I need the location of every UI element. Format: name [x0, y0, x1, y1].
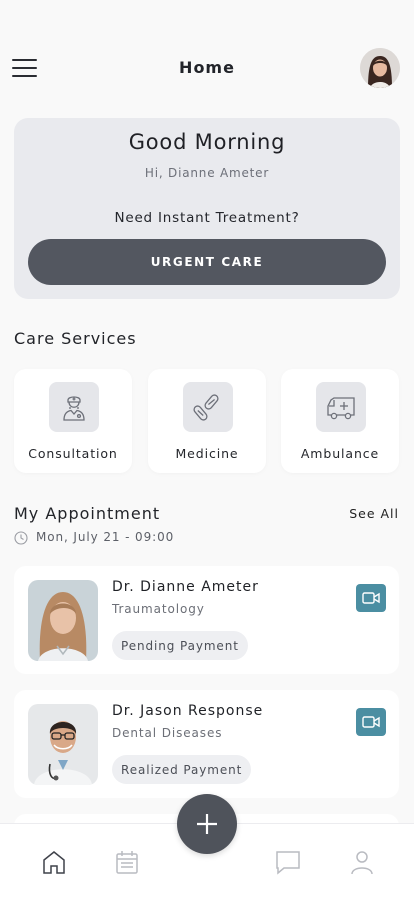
doctor-specialty: Traumatology	[112, 602, 205, 616]
service-label: Ambulance	[300, 446, 380, 461]
payment-status-badge: Pending Payment	[112, 631, 248, 660]
urgent-care-button[interactable]: URGENT CARE	[28, 239, 386, 285]
see-all-link[interactable]: See All	[349, 506, 399, 521]
appointment-date: Mon, July 21 - 09:00	[36, 530, 175, 544]
doctor-photo	[28, 704, 98, 785]
doctor-name: Dr. Dianne Ameter	[112, 579, 259, 595]
service-card-consultation[interactable]: Consultation	[14, 369, 132, 473]
instant-treatment-question: Need Instant Treatment?	[114, 210, 300, 226]
greeting-subtitle: Hi, Dianne Ameter	[144, 166, 270, 180]
calendar-icon[interactable]	[113, 848, 141, 876]
appointment-card[interactable]: Dr. Dianne Ameter Traumatology Pending P…	[14, 566, 399, 674]
video-call-icon[interactable]	[356, 584, 386, 612]
payment-status-badge: Realized Payment	[112, 755, 252, 784]
pills-icon	[183, 382, 233, 432]
service-card-medicine[interactable]: Medicine	[148, 369, 266, 473]
avatar[interactable]	[360, 48, 400, 88]
home-icon[interactable]	[40, 848, 68, 876]
service-card-ambulance[interactable]: Ambulance	[281, 369, 399, 473]
service-label: Medicine	[175, 446, 239, 461]
my-appointment-title: My Appointment	[14, 504, 161, 523]
greeting-title: Good Morning	[128, 130, 286, 154]
appointment-card[interactable]: Dr. Jason Response Dental Diseases Reali…	[14, 690, 399, 798]
service-label: Consultation	[28, 446, 118, 461]
doctor-photo	[28, 580, 98, 661]
greeting-card: Good Morning Hi, Dianne Ameter Need Inst…	[14, 118, 400, 299]
doctor-name: Dr. Jason Response	[112, 703, 264, 719]
doctor-specialty: Dental Diseases	[112, 726, 223, 740]
profile-icon[interactable]	[348, 848, 376, 876]
care-services-title: Care Services	[14, 329, 137, 348]
video-call-icon[interactable]	[356, 708, 386, 736]
plus-icon	[197, 814, 217, 834]
clock-icon	[14, 531, 28, 545]
page-title: Home	[179, 58, 235, 77]
add-button[interactable]	[177, 794, 237, 854]
doctor-icon	[49, 382, 99, 432]
ambulance-icon	[316, 382, 366, 432]
chat-icon[interactable]	[274, 848, 302, 876]
